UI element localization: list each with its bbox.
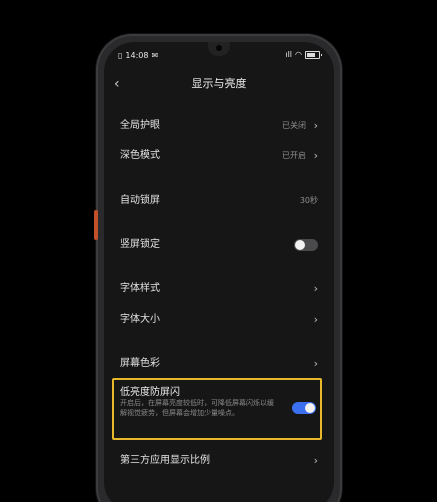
setting-dark-mode[interactable]: 深色模式 已开启 ›	[120, 146, 318, 166]
setting-font-size[interactable]: 字体大小 ›	[120, 310, 318, 330]
setting-label: 深色模式	[120, 150, 160, 161]
anti-flicker-highlight[interactable]: 低亮度防屏闪 开启后，在屏幕亮度较低时，可降低屏幕闪烁以缓解视觉疲劳，但屏幕会增…	[112, 378, 322, 440]
anti-flicker-toggle[interactable]	[292, 402, 316, 414]
setting-label: 竖屏锁定	[120, 239, 160, 250]
status-time: 14:08	[125, 51, 149, 60]
photo-stage: ▯ 14:08 ✉ ıll ◠ ‹ 显示与亮度 全局护眼 已关闭 › 深色模式 …	[0, 0, 437, 502]
phone-screen: ▯ 14:08 ✉ ıll ◠ ‹ 显示与亮度 全局护眼 已关闭 › 深色模式 …	[104, 42, 334, 502]
sim-icon: ▯	[118, 51, 123, 60]
setting-font-style[interactable]: 字体样式 ›	[120, 279, 318, 299]
status-left: ▯ 14:08 ✉	[118, 51, 158, 60]
setting-global-eye-protection[interactable]: 全局护眼 已关闭 ›	[120, 116, 318, 136]
chevron-right-icon: ›	[313, 119, 318, 132]
status-bar: ▯ 14:08 ✉ ıll ◠	[104, 42, 334, 64]
side-button	[94, 210, 98, 240]
setting-third-party-ratio[interactable]: 第三方应用显示比例 ›	[120, 451, 318, 471]
chevron-right-icon: ›	[313, 313, 318, 326]
setting-value: 已开启	[282, 151, 306, 160]
chevron-right-icon: ›	[313, 282, 318, 295]
page-title: 显示与亮度	[191, 77, 247, 90]
signal-icon: ıll	[285, 50, 293, 59]
setting-screen-color[interactable]: 屏幕色彩 ›	[120, 354, 318, 374]
chevron-right-icon: ›	[313, 149, 318, 162]
page-header: ‹ 显示与亮度	[104, 74, 334, 94]
anti-flicker-label: 低亮度防屏闪	[120, 387, 180, 398]
wifi-icon: ◠	[295, 50, 302, 59]
chevron-right-icon: ›	[313, 454, 318, 467]
setting-label: 全局护眼	[120, 120, 160, 131]
setting-value: 30秒	[299, 196, 318, 205]
setting-label: 第三方应用显示比例	[120, 455, 210, 466]
setting-label: 字体大小	[120, 314, 160, 325]
setting-label: 自动锁屏	[120, 195, 160, 206]
anti-flicker-description: 开启后，在屏幕亮度较低时，可降低屏幕闪烁以缓解视觉疲劳，但屏幕会增加少量噪点。	[120, 399, 274, 417]
setting-value: 已关闭	[282, 121, 306, 130]
setting-label: 字体样式	[120, 283, 160, 294]
chat-icon: ✉	[151, 51, 159, 60]
status-right: ıll ◠	[285, 50, 322, 59]
toggle-knob	[305, 403, 315, 413]
setting-auto-lock[interactable]: 自动锁屏 30秒	[120, 191, 318, 211]
battery-icon	[305, 50, 322, 59]
setting-label: 屏幕色彩	[120, 358, 160, 369]
toggle-knob	[295, 240, 305, 250]
portrait-lock-toggle[interactable]	[294, 239, 318, 251]
setting-portrait-lock[interactable]: 竖屏锁定	[120, 235, 318, 255]
chevron-right-icon: ›	[313, 357, 318, 370]
